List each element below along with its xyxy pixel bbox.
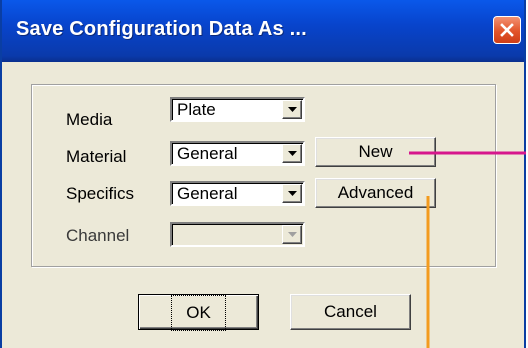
callout-lines [409, 151, 526, 348]
